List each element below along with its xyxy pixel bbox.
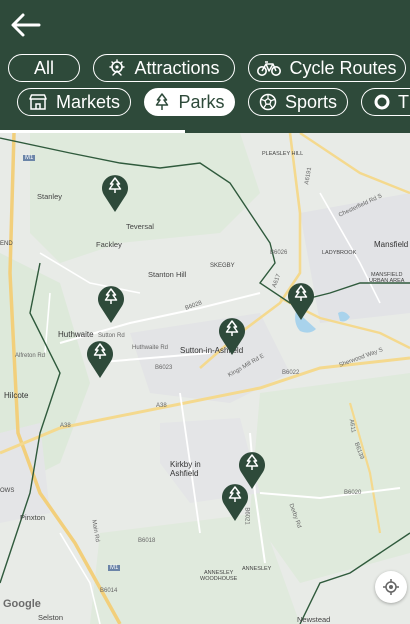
- filter-chip-label: Attractions: [134, 57, 220, 78]
- map-view[interactable]: Stanley Teversal Fackley Stanton Hill SK…: [0, 133, 410, 624]
- filter-chip-markets[interactable]: Markets: [17, 88, 131, 116]
- park-pin[interactable]: [85, 339, 115, 379]
- road-label: B6018: [138, 538, 156, 544]
- place-label: Stanley: [37, 192, 63, 201]
- top-bar: All Attractions Cycle Routes Markets Par…: [0, 0, 410, 133]
- park-pin[interactable]: [217, 316, 247, 356]
- filter-chip-parks[interactable]: Parks: [144, 88, 235, 116]
- road-label: B6023: [155, 365, 173, 371]
- place-label: MANSFIELD URBAN AREA: [369, 272, 405, 284]
- place-label: Kirkby in Ashfield: [170, 460, 201, 478]
- place-label: LADYBROOK: [322, 250, 357, 256]
- my-location-button[interactable]: [375, 571, 407, 603]
- road-label: M1: [23, 155, 36, 161]
- filter-chip-attractions[interactable]: Attractions: [93, 54, 235, 82]
- tree-icon: [219, 318, 245, 355]
- road-label: B6020: [344, 490, 362, 496]
- tree-icon: [222, 484, 248, 521]
- place-label: Hilcote: [4, 391, 29, 400]
- road-label: B6014: [100, 588, 118, 594]
- football-icon: [259, 93, 277, 111]
- park-pin[interactable]: [220, 482, 250, 522]
- filter-chip-sports[interactable]: Sports: [248, 88, 348, 116]
- map-attribution: Google: [3, 598, 41, 610]
- place-label: Fackley: [96, 240, 122, 249]
- tree-icon: [98, 286, 124, 323]
- road-label: Huthwaite Rd: [132, 345, 169, 351]
- place-label: Pinxton: [20, 513, 46, 522]
- road-label: M1: [108, 565, 121, 571]
- filter-chip-label: All: [33, 57, 54, 78]
- arrow-left-icon: [11, 13, 41, 37]
- filter-chip-label: Parks: [178, 91, 225, 112]
- park-pin[interactable]: [100, 173, 130, 213]
- storefront-icon: [29, 94, 47, 110]
- filter-chip-label: T: [398, 91, 409, 112]
- place-label: Newstead: [297, 615, 331, 624]
- tree-icon: [288, 283, 314, 320]
- tree-icon: [87, 341, 113, 378]
- place-label: OWS: [0, 488, 15, 494]
- place-label: Teversal: [126, 222, 154, 231]
- place-label: ANNESLEY: [242, 566, 272, 572]
- tree-icon: [156, 93, 169, 110]
- park-pin[interactable]: [96, 284, 126, 324]
- filter-chip-all[interactable]: All: [8, 54, 80, 82]
- map-base: [0, 133, 410, 624]
- place-label: Mansfield: [374, 240, 409, 249]
- road-label: A38: [60, 423, 71, 429]
- park-pin[interactable]: [286, 281, 316, 321]
- road-label: Alfreton Rd: [15, 353, 46, 359]
- road-label: B6026: [270, 250, 288, 256]
- place-label: Stanton Hill: [148, 270, 187, 279]
- back-button[interactable]: [8, 10, 42, 40]
- filter-chip-label: Markets: [55, 91, 120, 112]
- filter-chip-partial[interactable]: T: [361, 88, 410, 116]
- filter-chip-label: Cycle Routes: [289, 57, 397, 78]
- my-location-icon: [383, 579, 399, 595]
- road-label: A38: [156, 403, 167, 409]
- filter-chip-label: Sports: [284, 91, 338, 112]
- place-label: PLEASLEY HILL: [262, 151, 304, 157]
- road-label: B6022: [282, 370, 300, 376]
- place-label: Huthwaite: [58, 330, 94, 339]
- tree-icon: [102, 175, 128, 212]
- circle-icon: [374, 94, 390, 110]
- place-label: SKEGBY: [210, 263, 235, 269]
- attraction-icon: [109, 59, 126, 76]
- place-label: ANNESLEY WOODHOUSE: [200, 570, 238, 582]
- filter-chip-cycle-routes[interactable]: Cycle Routes: [248, 54, 406, 82]
- place-label: END: [0, 241, 13, 247]
- place-label: Selston: [38, 613, 64, 622]
- bicycle-icon: [257, 61, 282, 76]
